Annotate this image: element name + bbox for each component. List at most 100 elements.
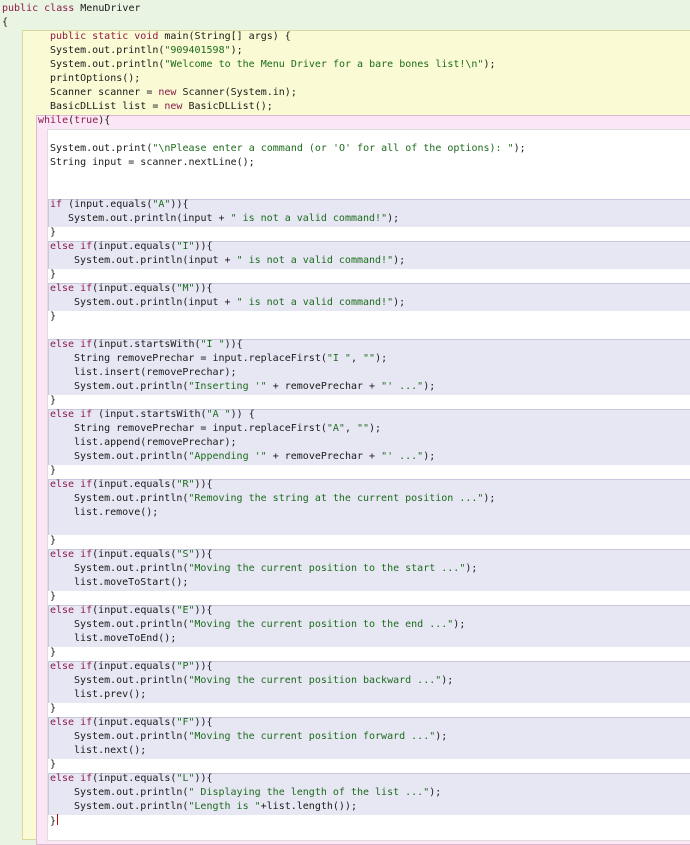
code-line[interactable]: else if(input.equals("I")){ bbox=[50, 240, 213, 254]
code-token: (input.startsWith( bbox=[92, 409, 207, 420]
string-token: "Moving the current position backward ..… bbox=[188, 675, 442, 686]
code-token: } bbox=[50, 227, 57, 238]
code-line[interactable]: else if(input.equals("L")){ bbox=[50, 772, 213, 786]
code-line[interactable]: list.remove(); bbox=[74, 506, 158, 520]
code-token: Scanner(System.in); bbox=[176, 87, 297, 98]
code-line[interactable]: else if (input.startsWith("A ")) { bbox=[50, 408, 255, 422]
code-line[interactable]: } bbox=[50, 646, 56, 660]
code-line[interactable]: String removePrechar = input.replaceFirs… bbox=[74, 422, 381, 436]
keyword-token: else if bbox=[50, 339, 93, 350]
string-token: "A" bbox=[152, 199, 171, 210]
code-line[interactable]: } bbox=[50, 534, 56, 548]
code-line[interactable]: else if(input.equals("M")){ bbox=[50, 282, 213, 296]
code-line[interactable]: list.insert(removePrechar); bbox=[74, 366, 237, 380]
code-line[interactable]: System.out.println("Moving the current p… bbox=[74, 562, 477, 576]
code-line[interactable]: list.prev(); bbox=[74, 688, 146, 702]
code-line[interactable]: System.out.println("Moving the current p… bbox=[74, 618, 465, 632]
code-line[interactable]: String removePrechar = input.replaceFirs… bbox=[74, 352, 387, 366]
code-token: (input.equals( bbox=[92, 661, 177, 672]
code-line[interactable]: else if(input.equals("F")){ bbox=[50, 716, 213, 730]
string-token: "' ..." bbox=[381, 381, 424, 392]
code-token: list.moveToStart(); bbox=[74, 577, 189, 588]
code-line[interactable]: System.out.println(input + " is not a va… bbox=[68, 212, 399, 226]
code-line[interactable]: list.moveToStart(); bbox=[74, 576, 188, 590]
code-line[interactable]: } bbox=[50, 702, 56, 716]
code-token: (input.equals( bbox=[92, 549, 177, 560]
code-line[interactable]: System.out.println(" Displaying the leng… bbox=[74, 786, 441, 800]
code-token: printOptions(); bbox=[50, 73, 141, 84]
code-line[interactable]: list.moveToEnd(); bbox=[74, 632, 176, 646]
code-line[interactable]: } bbox=[50, 464, 56, 478]
code-token: + removePrechar + bbox=[266, 451, 382, 462]
code-line[interactable]: System.out.println("Appending '" + remov… bbox=[74, 450, 435, 464]
code-line[interactable]: } bbox=[50, 226, 56, 240]
code-line[interactable]: } bbox=[50, 590, 56, 604]
code-line[interactable]: else if(input.equals("S")){ bbox=[50, 548, 213, 562]
string-token: "Moving the current position to the star… bbox=[188, 563, 466, 574]
code-line[interactable]: } bbox=[50, 268, 56, 282]
code-line[interactable]: System.out.println("909401598"); bbox=[50, 44, 243, 58]
code-line[interactable]: else if(input.equals("R")){ bbox=[50, 478, 213, 492]
code-token: ); bbox=[441, 675, 454, 686]
string-token: "" bbox=[356, 423, 370, 434]
code-line[interactable]: list.next(); bbox=[74, 744, 146, 758]
code-line[interactable]: else if(input.equals("P")){ bbox=[50, 660, 213, 674]
code-line[interactable]: list.append(removePrechar); bbox=[74, 436, 237, 450]
code-token: System.out.println( bbox=[74, 563, 189, 574]
string-token: "\nPlease enter a command (or 'O' for al… bbox=[152, 143, 514, 154]
code-line[interactable]: System.out.println(input + " is not a va… bbox=[74, 296, 405, 310]
code-token: ); bbox=[453, 619, 466, 630]
code-token: )){ bbox=[194, 549, 213, 560]
string-token: "909401598" bbox=[164, 45, 231, 56]
code-token: BasicDLList list = bbox=[50, 101, 165, 112]
code-line[interactable]: printOptions(); bbox=[50, 72, 140, 86]
code-token: )){ bbox=[170, 199, 189, 210]
code-line[interactable]: System.out.println("Moving the current p… bbox=[74, 730, 447, 744]
code-token: ); bbox=[465, 563, 478, 574]
code-line[interactable]: public static void main(String[] args) { bbox=[50, 30, 291, 44]
code-line[interactable]: { bbox=[2, 16, 8, 30]
code-line[interactable]: System.out.println("Removing the string … bbox=[74, 492, 495, 506]
code-token: MenuDriver bbox=[74, 3, 141, 14]
string-token: "F" bbox=[176, 717, 195, 728]
code-editor[interactable]: { "editor": { "lines": [ [{"t":"public",… bbox=[0, 0, 690, 845]
code-line[interactable]: System.out.println("Inserting '" + remov… bbox=[74, 380, 435, 394]
keyword-token: else if bbox=[50, 409, 93, 420]
code-line[interactable]: else if(input.startsWith("I ")){ bbox=[50, 338, 243, 352]
string-token: "A " bbox=[206, 409, 231, 420]
keyword-token: class bbox=[44, 3, 75, 14]
code-line[interactable]: } bbox=[50, 814, 59, 828]
code-line[interactable]: System.out.println("Moving the current p… bbox=[74, 674, 453, 688]
code-line[interactable]: else if(input.equals("E")){ bbox=[50, 604, 213, 618]
code-token: , bbox=[344, 423, 357, 434]
code-token: BasicDLList(); bbox=[182, 101, 273, 112]
code-line[interactable]: BasicDLList list = new BasicDLList(); bbox=[50, 100, 273, 114]
code-token: ); bbox=[423, 381, 436, 392]
code-token: (input.equals( bbox=[62, 199, 153, 210]
code-line[interactable]: } bbox=[50, 394, 56, 408]
keyword-token: else if bbox=[50, 241, 93, 252]
code-token: System.out.println(input + bbox=[68, 213, 231, 224]
string-token: " Displaying the length of the list ..." bbox=[188, 787, 430, 798]
code-token: ); bbox=[483, 59, 496, 70]
code-line[interactable]: if (input.equals("A")){ bbox=[50, 198, 188, 212]
code-token: + removePrechar + bbox=[266, 381, 382, 392]
code-token: ); bbox=[429, 787, 442, 798]
code-line[interactable]: public class MenuDriver bbox=[2, 2, 141, 16]
code-line[interactable]: System.out.println(input + " is not a va… bbox=[74, 254, 405, 268]
code-line[interactable]: } bbox=[50, 758, 56, 772]
code-line[interactable]: Scanner scanner = new Scanner(System.in)… bbox=[50, 86, 297, 100]
code-line[interactable]: System.out.println("Length is "+list.len… bbox=[74, 800, 357, 814]
code-token: ); bbox=[513, 143, 526, 154]
string-token: "E" bbox=[176, 605, 195, 616]
code-line[interactable]: String input = scanner.nextLine(); bbox=[50, 156, 255, 170]
code-line[interactable]: while(true){ bbox=[38, 114, 110, 128]
code-token: ); bbox=[375, 353, 388, 364]
code-line[interactable]: System.out.println("Welcome to the Menu … bbox=[50, 58, 496, 72]
keyword-token: else if bbox=[50, 283, 93, 294]
code-token: (input.equals( bbox=[92, 241, 177, 252]
code-token: } bbox=[50, 591, 57, 602]
string-token: "Inserting '" bbox=[188, 381, 267, 392]
code-line[interactable]: System.out.print("\nPlease enter a comma… bbox=[50, 142, 526, 156]
code-line[interactable]: } bbox=[50, 310, 56, 324]
